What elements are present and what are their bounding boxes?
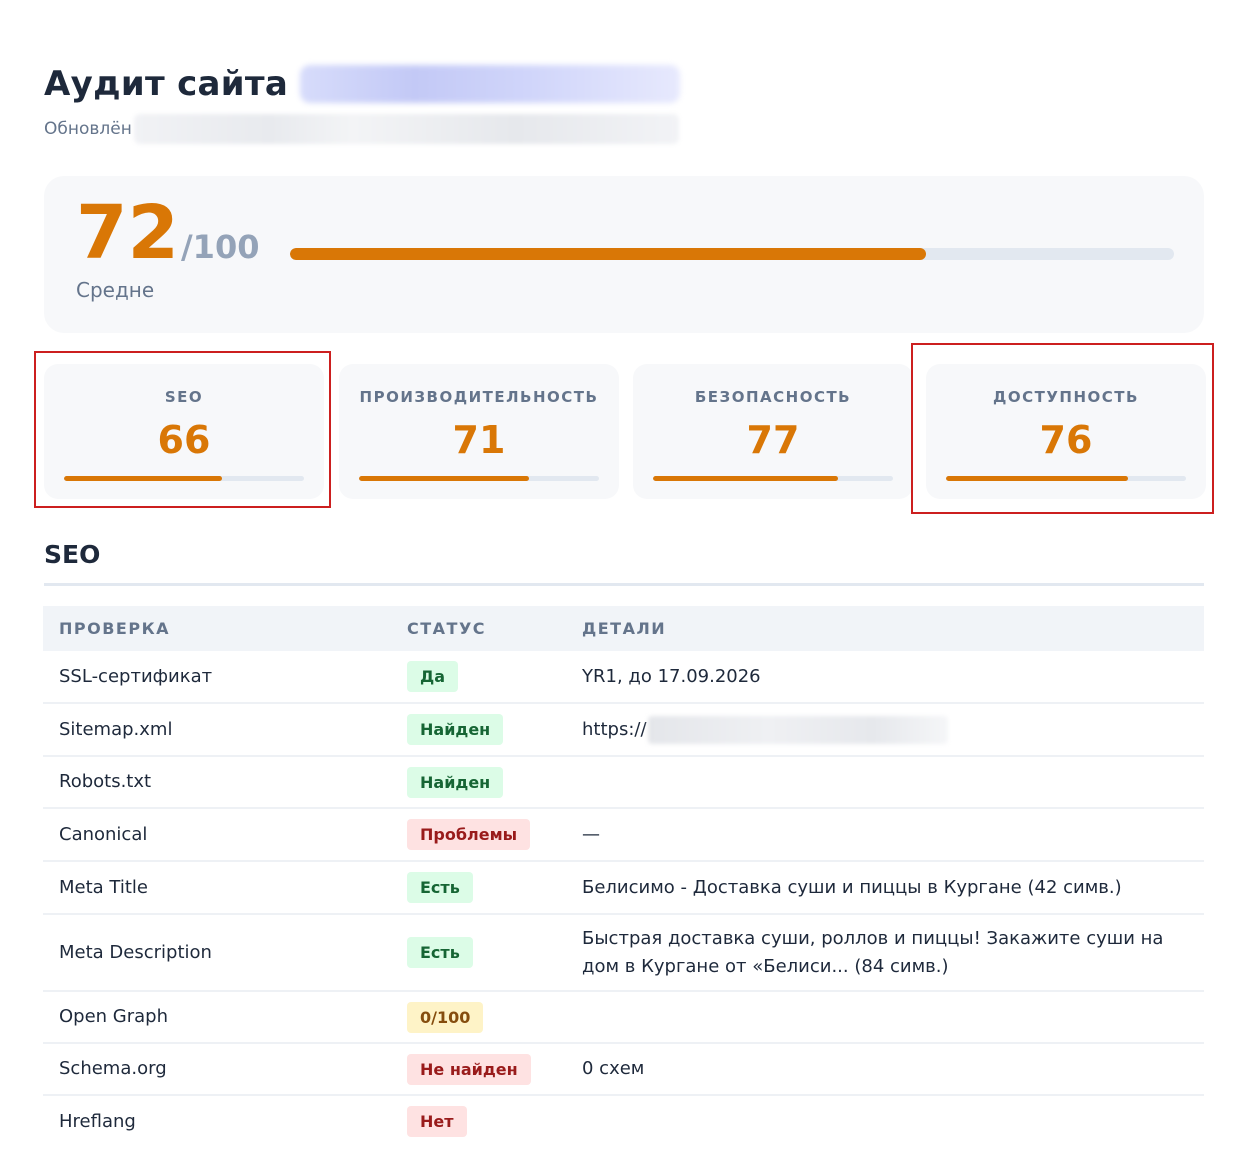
redacted-domain xyxy=(300,65,681,103)
table-row: Meta Title Есть Белисимо - Доставка суши… xyxy=(43,861,1204,915)
overall-score: 72 /100 xyxy=(76,196,259,270)
overall-progress-track xyxy=(290,248,1174,260)
column-header-status: СТАТУС xyxy=(407,619,487,638)
page-title: Аудит сайта xyxy=(44,64,289,104)
overall-score-value: 72 xyxy=(76,190,179,276)
status-badge: 0/100 xyxy=(407,1001,484,1033)
status-badge: Нет xyxy=(407,1106,467,1137)
check-details: — xyxy=(566,808,1204,862)
status-cell: Найден xyxy=(391,756,566,809)
status-cell: Да xyxy=(391,651,566,704)
check-name: Open Graph xyxy=(43,991,391,1044)
check-name: Sitemap.xml xyxy=(43,703,391,757)
seo-checks-table: ПРОВЕРКА СТАТУС ДЕТАЛИ SSL-сертификат Да… xyxy=(43,606,1204,1147)
check-details: https:// xyxy=(566,703,1204,757)
table-row: Open Graph 0/100 xyxy=(43,991,1204,1044)
redacted-updated-info xyxy=(133,114,679,144)
status-cell: Не найден xyxy=(391,1043,566,1096)
status-cell: Есть xyxy=(391,861,566,915)
check-name: Canonical xyxy=(43,808,391,862)
status-badge: Проблемы xyxy=(407,819,531,850)
highlight-box-seo xyxy=(34,351,331,508)
highlight-box-accessibility xyxy=(911,343,1214,514)
table-row: Canonical Проблемы — xyxy=(43,808,1204,862)
check-details: YR1, до 17.09.2026 xyxy=(566,651,1204,704)
check-details xyxy=(566,756,1204,809)
sitemap-url[interactable]: https:// xyxy=(582,719,647,740)
check-details: 0 схем xyxy=(566,1043,1204,1096)
category-score: 77 xyxy=(746,418,800,462)
status-cell: Проблемы xyxy=(391,808,566,862)
overall-score-level: Средне xyxy=(76,278,155,302)
check-details: Белисимо - Доставка суши и пиццы в Курга… xyxy=(566,861,1204,915)
table-row: SSL-сертификат Да YR1, до 17.09.2026 xyxy=(43,651,1204,704)
updated-row: Обновлён xyxy=(44,114,679,144)
status-badge: Не найден xyxy=(407,1053,531,1085)
table-header-row: ПРОВЕРКА СТАТУС ДЕТАЛИ xyxy=(43,606,1204,651)
category-progress-track xyxy=(653,476,893,481)
status-badge: Есть xyxy=(407,872,473,903)
check-details: Быстрая доставка суши, роллов и пиццы! З… xyxy=(566,914,1204,992)
check-name: Robots.txt xyxy=(43,756,391,809)
check-name: Meta Description xyxy=(43,914,391,992)
category-label: ПРОИЗВОДИТЕЛЬНОСТЬ xyxy=(359,388,599,406)
status-badge: Найден xyxy=(407,766,504,798)
section-divider xyxy=(44,583,1204,586)
check-name: SSL-сертификат xyxy=(43,651,391,704)
category-progress-fill xyxy=(359,476,530,481)
overall-score-card: 72 /100 Средне xyxy=(44,176,1204,333)
category-score: 71 xyxy=(452,418,506,462)
status-cell: Найден xyxy=(391,703,566,757)
check-details xyxy=(566,1095,1204,1147)
redacted-url xyxy=(647,715,948,744)
check-name: Meta Title xyxy=(43,861,391,915)
table-row: Robots.txt Найден xyxy=(43,756,1204,809)
column-header-details: ДЕТАЛИ xyxy=(582,619,667,638)
check-name: Schema.org xyxy=(43,1043,391,1096)
column-header-check: ПРОВЕРКА xyxy=(59,619,171,638)
table-row: Sitemap.xml Найден https:// xyxy=(43,703,1204,757)
table-row: Meta Description Есть Быстрая доставка с… xyxy=(43,914,1204,992)
check-name: Hreflang xyxy=(59,1110,136,1132)
updated-label: Обновлён xyxy=(44,119,132,139)
status-badge: Есть xyxy=(407,937,473,968)
status-cell: 0/100 xyxy=(391,991,566,1044)
title-row: Аудит сайта xyxy=(44,60,681,108)
table-row: Schema.org Не найден 0 схем xyxy=(43,1043,1204,1096)
section-title-seo: SEO xyxy=(44,540,101,569)
category-progress-track xyxy=(359,476,599,481)
status-cell: Нет xyxy=(391,1095,566,1147)
category-label: БЕЗОПАСНОСТЬ xyxy=(694,388,852,406)
category-card-security[interactable]: БЕЗОПАСНОСТЬ 77 xyxy=(633,364,913,499)
status-cell: Есть xyxy=(391,914,566,992)
category-progress-fill xyxy=(653,476,838,481)
status-badge: Да xyxy=(407,661,459,692)
check-details xyxy=(566,991,1204,1044)
category-card-performance[interactable]: ПРОИЗВОДИТЕЛЬНОСТЬ 71 xyxy=(339,364,619,499)
overall-score-max: /100 xyxy=(180,228,260,266)
status-badge: Найден xyxy=(407,714,504,745)
table-row: Hreflang Нет xyxy=(43,1095,1204,1147)
overall-progress-fill xyxy=(290,248,927,260)
